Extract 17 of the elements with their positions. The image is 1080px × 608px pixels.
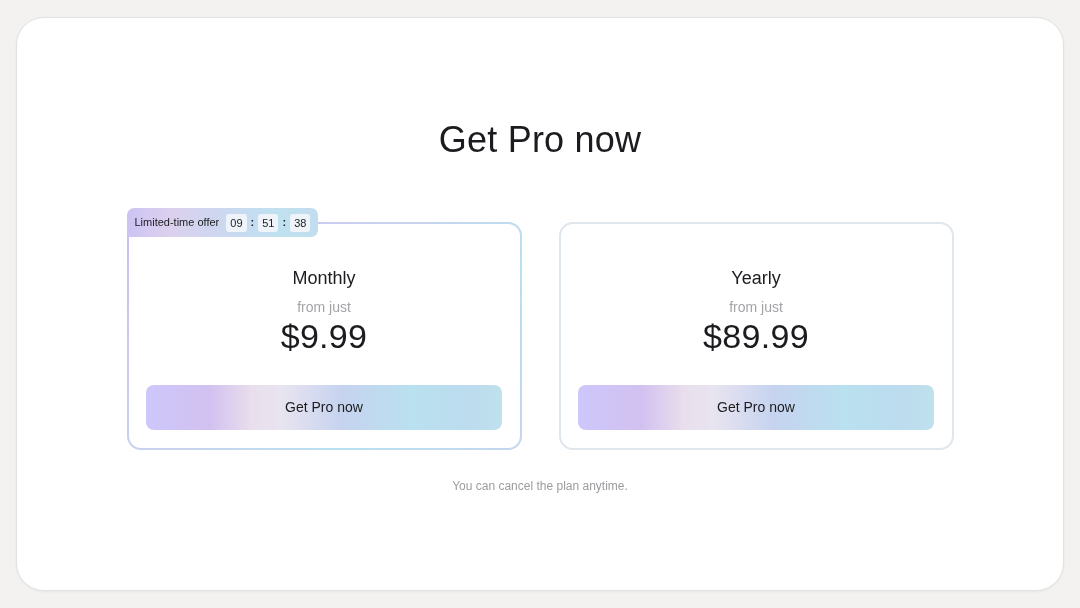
price-caption: from just: [729, 299, 783, 316]
price-caption: from just: [297, 299, 351, 316]
plan-name: Monthly: [292, 267, 356, 289]
offer-label: Limited-time offer: [134, 215, 220, 231]
cancel-note: You can cancel the plan anytime.: [452, 478, 628, 495]
timer-digits: 51: [258, 213, 279, 232]
page-title: Get Pro now: [438, 119, 642, 161]
price-text: $9.99: [280, 317, 368, 355]
get-pro-button[interactable]: Get Pro now: [146, 385, 502, 430]
get-pro-button[interactable]: Get Pro now: [578, 385, 934, 430]
timer-separator: :: [281, 215, 288, 231]
price-text: $89.99: [703, 317, 809, 355]
plan-card[interactable]: Yearly from just $89.99 Get Pro now: [558, 222, 954, 450]
timer-separator: :: [249, 215, 256, 231]
timer-digits: 38: [290, 213, 311, 232]
timer-digits: 09: [226, 213, 247, 232]
plan-name: Yearly: [731, 267, 781, 289]
